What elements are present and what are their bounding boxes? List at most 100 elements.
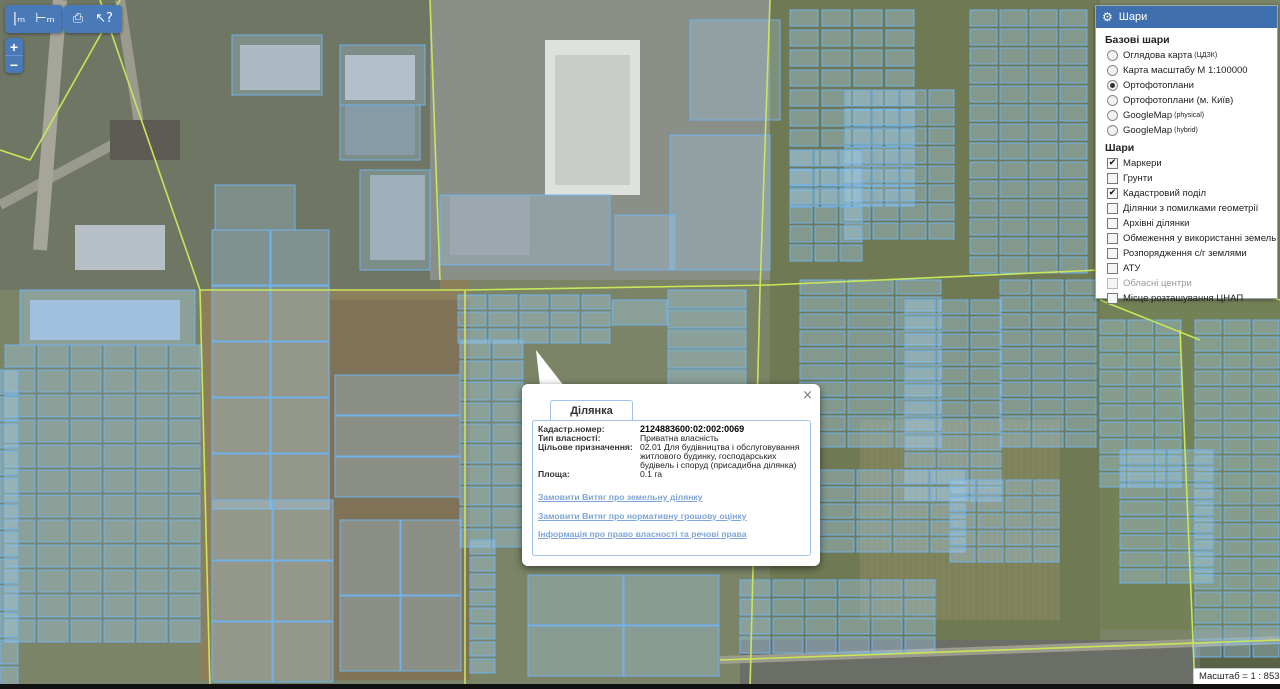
parcel[interactable] — [1029, 161, 1058, 179]
parcel[interactable] — [0, 396, 19, 422]
parcel[interactable] — [169, 469, 201, 493]
base-layer-option[interactable]: Ортофотоплани — [1096, 78, 1277, 93]
parcel[interactable] — [970, 452, 1002, 468]
parcel[interactable] — [904, 435, 936, 451]
parcel[interactable] — [70, 569, 102, 593]
parcel[interactable] — [999, 415, 1031, 431]
parcel[interactable] — [937, 418, 969, 434]
parcel[interactable] — [1127, 353, 1154, 369]
parcel[interactable] — [1065, 364, 1097, 380]
parcel[interactable] — [1194, 353, 1222, 369]
parcel[interactable] — [1252, 387, 1280, 403]
parcel[interactable] — [37, 494, 69, 518]
parcel[interactable] — [949, 479, 976, 495]
parcel[interactable] — [1223, 336, 1251, 352]
parcel[interactable] — [667, 349, 747, 369]
parcel[interactable] — [1223, 523, 1251, 539]
parcel[interactable] — [885, 49, 915, 67]
parcel[interactable] — [838, 636, 870, 654]
parcel[interactable] — [492, 402, 524, 422]
parcel[interactable] — [928, 146, 955, 164]
parcel[interactable] — [999, 313, 1031, 329]
parcel[interactable] — [847, 381, 894, 397]
parcel[interactable] — [937, 452, 969, 468]
parcel[interactable] — [904, 452, 936, 468]
parcel[interactable] — [1223, 455, 1251, 471]
parcel[interactable] — [1155, 336, 1182, 352]
parcel[interactable] — [999, 66, 1028, 84]
parcel[interactable] — [819, 469, 855, 485]
base-layer-option[interactable]: Карта масштабу М 1:100000 — [1096, 63, 1277, 78]
parcel[interactable] — [819, 537, 855, 553]
overlay-layer-option[interactable]: АТУ — [1096, 261, 1277, 276]
measure-area-icon[interactable]: ⊢ₘ — [33, 7, 57, 29]
parcel[interactable] — [1252, 608, 1280, 624]
parcel[interactable] — [270, 341, 330, 398]
parcel[interactable] — [969, 123, 998, 141]
parcel[interactable] — [847, 330, 894, 346]
parcel[interactable] — [1252, 540, 1280, 556]
parcel[interactable] — [0, 558, 19, 584]
parcel[interactable] — [0, 531, 19, 557]
parcel[interactable] — [904, 299, 936, 315]
parcel[interactable] — [819, 520, 855, 536]
parcel[interactable] — [1029, 199, 1058, 217]
parcel[interactable] — [169, 519, 201, 543]
parcel[interactable] — [969, 85, 998, 103]
parcel[interactable] — [1033, 479, 1060, 495]
parcel[interactable] — [70, 394, 102, 418]
parcel[interactable] — [900, 127, 927, 145]
parcel[interactable] — [904, 636, 936, 654]
parcel[interactable] — [1029, 66, 1058, 84]
parcel[interactable] — [169, 544, 201, 568]
parcel[interactable] — [1167, 466, 1214, 482]
base-layer-option[interactable]: GoogleMap (physical) — [1096, 108, 1277, 123]
parcel[interactable] — [1127, 387, 1154, 403]
parcel[interactable] — [872, 203, 899, 221]
parcel[interactable] — [805, 598, 837, 616]
parcel[interactable] — [270, 397, 330, 454]
parcel[interactable] — [838, 579, 870, 597]
parcel[interactable] — [847, 313, 894, 329]
parcel[interactable] — [70, 544, 102, 568]
parcel[interactable] — [789, 206, 813, 224]
parcel[interactable] — [103, 469, 135, 493]
parcel[interactable] — [492, 360, 524, 380]
parcel[interactable] — [339, 595, 401, 672]
parcel[interactable] — [211, 285, 271, 342]
checkbox[interactable] — [1107, 233, 1118, 244]
parcel[interactable] — [904, 367, 936, 383]
parcel[interactable] — [103, 519, 135, 543]
parcel[interactable] — [103, 544, 135, 568]
parcel[interactable] — [789, 69, 819, 87]
tab-parcel[interactable]: Ділянка — [550, 400, 633, 421]
parcel[interactable] — [270, 285, 330, 342]
parcel[interactable] — [969, 66, 998, 84]
overlay-layer-option[interactable]: Обмеження у використанні земель — [1096, 231, 1277, 246]
zoom-out-button[interactable]: − — [5, 55, 23, 73]
parcel[interactable] — [970, 384, 1002, 400]
parcel[interactable] — [1252, 489, 1280, 505]
parcel[interactable] — [469, 539, 496, 555]
parcel[interactable] — [1119, 500, 1166, 516]
parcel[interactable] — [937, 401, 969, 417]
parcel[interactable] — [904, 316, 936, 332]
parcel[interactable] — [999, 347, 1031, 363]
parcel[interactable] — [667, 309, 747, 329]
parcel[interactable] — [844, 108, 871, 126]
parcel[interactable] — [1099, 336, 1126, 352]
parcel[interactable] — [1065, 313, 1097, 329]
parcel[interactable] — [1099, 319, 1126, 335]
parcel[interactable] — [469, 573, 496, 589]
parcel[interactable] — [1155, 387, 1182, 403]
parcel[interactable] — [272, 621, 334, 683]
parcel[interactable] — [339, 104, 421, 161]
parcel[interactable] — [1155, 404, 1182, 420]
parcel[interactable] — [937, 316, 969, 332]
radio-button[interactable] — [1107, 110, 1118, 121]
parcel[interactable] — [1252, 574, 1280, 590]
parcel[interactable] — [969, 180, 998, 198]
parcel[interactable] — [1223, 404, 1251, 420]
parcel[interactable] — [1033, 530, 1060, 546]
parcel[interactable] — [70, 444, 102, 468]
